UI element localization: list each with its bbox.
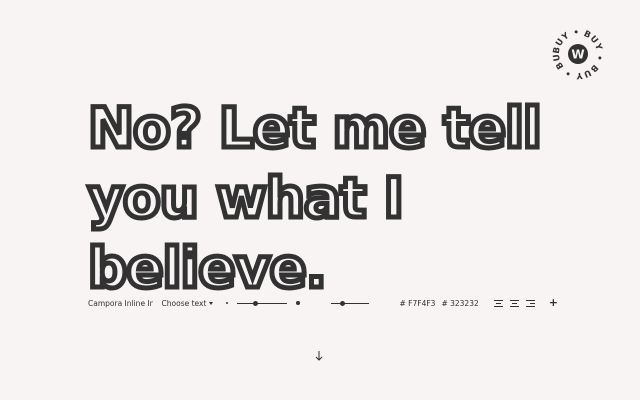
type-specimen-page: BUY • BUY • BUY • BUY • W No? Let me tel…: [0, 0, 640, 400]
small-dot-icon: [226, 302, 229, 304]
line-height-slider[interactable]: [330, 298, 370, 308]
font-size-slider-knob[interactable]: [252, 300, 258, 306]
size-min-icon: [226, 302, 229, 304]
large-dot-icon: [296, 301, 301, 305]
add-specimen-button[interactable]: +: [549, 297, 558, 308]
line-height-slider-track: [330, 302, 370, 304]
badge-center-letter: W: [571, 48, 584, 62]
align-center-icon[interactable]: [509, 299, 519, 307]
font-name-selector[interactable]: Campora Inline Inl...: [88, 299, 153, 308]
line-height-max-icon: [377, 299, 385, 308]
align-left-icon[interactable]: [493, 299, 503, 307]
font-size-slider[interactable]: [237, 298, 288, 308]
line-height-slider-knob[interactable]: [339, 300, 345, 306]
font-size-slider-track: [237, 302, 288, 304]
buy-badge[interactable]: BUY • BUY • BUY • BUY • W: [550, 26, 606, 82]
align-right-icon[interactable]: [525, 299, 535, 307]
specimen-text[interactable]: No? Let me tell you what I believe.: [87, 93, 558, 303]
size-max-icon: [296, 301, 301, 305]
choose-text-label: Choose text: [161, 298, 207, 308]
buy-badge-icon: BUY • BUY • BUY • BUY • W: [550, 26, 605, 81]
line-height-min-icon: [314, 300, 322, 307]
caret-down-icon: [209, 301, 214, 305]
specimen-toolbar: Campora Inline Inl... Choose text # F7F4…: [88, 294, 558, 312]
background-color-field[interactable]: # F7F4F3: [400, 299, 436, 308]
text-color-field[interactable]: # 323232: [441, 299, 478, 308]
choose-text-dropdown[interactable]: Choose text: [162, 299, 214, 308]
arrow-down-icon[interactable]: [314, 347, 324, 361]
